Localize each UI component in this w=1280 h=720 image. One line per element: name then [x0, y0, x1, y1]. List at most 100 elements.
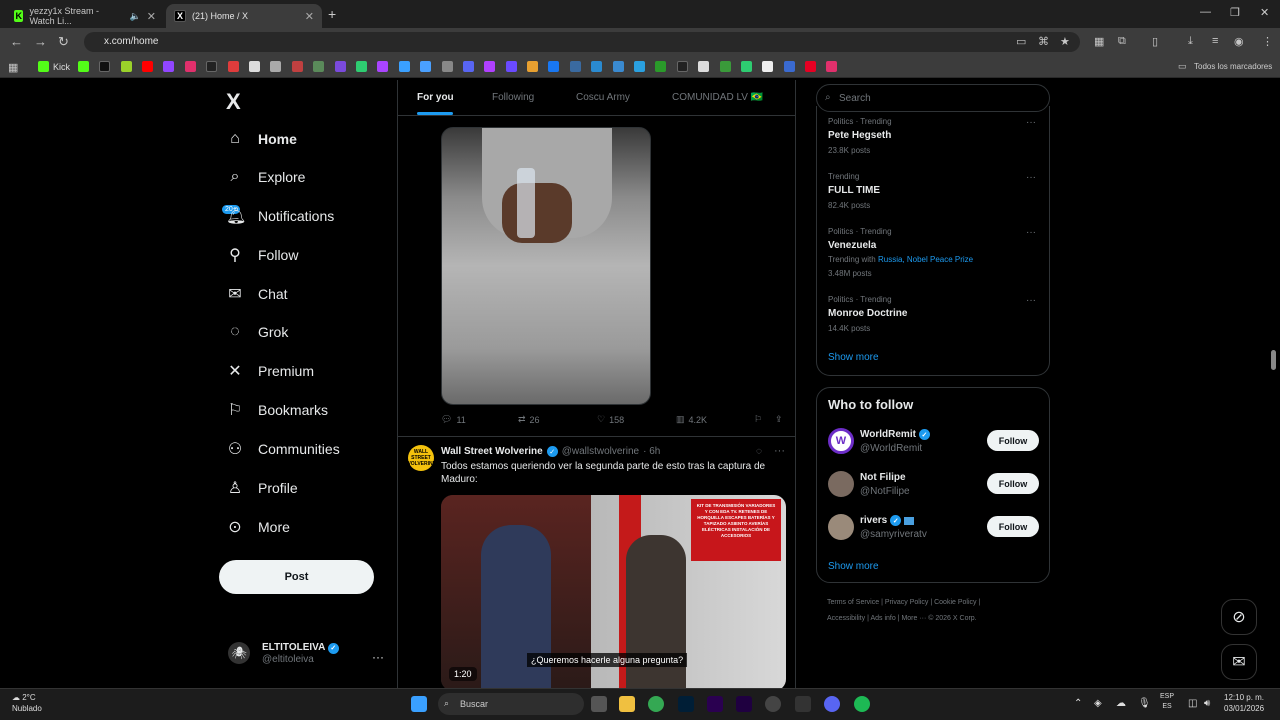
- spotify-icon[interactable]: [854, 696, 870, 712]
- more-dots-icon[interactable]: ···: [774, 445, 785, 457]
- all-bookmarks[interactable]: Todos los marcadores: [1194, 62, 1272, 71]
- trend-item[interactable]: Politics · Trending Venezuela Trending w…: [828, 227, 1038, 278]
- wifi-icon[interactable]: ◫: [1188, 698, 1197, 709]
- after-effects-icon[interactable]: [736, 696, 752, 712]
- cast-icon[interactable]: ▭: [1016, 35, 1026, 48]
- grok-fab-icon[interactable]: ⊘: [1221, 599, 1257, 635]
- tweet-image[interactable]: [441, 127, 651, 405]
- extension-icon[interactable]: ▦: [1094, 35, 1104, 48]
- bookmark-icon[interactable]: [784, 61, 795, 72]
- tweet-handle[interactable]: @wallstwolverine: [562, 446, 639, 457]
- follow-suggestion[interactable]: rivers ✓ @samyriveratv Follow: [828, 514, 1040, 544]
- bookmark-icon[interactable]: [313, 61, 324, 72]
- bookmark-icon[interactable]: [249, 61, 260, 72]
- nav-explore[interactable]: ⌕ Explore: [226, 162, 306, 192]
- forward-icon[interactable]: →: [34, 34, 47, 49]
- follow-button[interactable]: Follow: [987, 516, 1039, 537]
- file-explorer-icon[interactable]: [619, 696, 635, 712]
- nav-home[interactable]: ⌂ Home: [226, 124, 297, 154]
- x-bookmark-icon[interactable]: [206, 61, 217, 72]
- bookmark-icon[interactable]: [741, 61, 752, 72]
- scrollbar[interactable]: [1271, 350, 1276, 370]
- follow-button[interactable]: Follow: [987, 430, 1039, 451]
- task-view-icon[interactable]: [591, 696, 607, 712]
- cloud-icon[interactable]: ☁: [1116, 698, 1126, 709]
- tweet-video[interactable]: KIT DE TRANSMISIÓN VARIADORES Y CON EDA …: [441, 495, 786, 691]
- youtube-bookmark-icon[interactable]: [142, 61, 153, 72]
- kebab-menu-icon[interactable]: ⋮: [1262, 35, 1273, 48]
- nav-notifications[interactable]: 🔔︎ Notifications: [226, 201, 334, 231]
- bookmark-icon[interactable]: [506, 61, 517, 72]
- media-icon[interactable]: ≡: [1212, 35, 1218, 47]
- bookmark-icon[interactable]: [420, 61, 431, 72]
- profile-avatar-icon[interactable]: ◉: [1234, 35, 1244, 48]
- close-tab-icon[interactable]: ✕: [305, 10, 314, 23]
- nav-follow[interactable]: ⚲ Follow: [226, 240, 298, 270]
- show-more-trends-link[interactable]: Show more: [828, 352, 879, 363]
- tab-coscu-army[interactable]: Coscu Army: [576, 92, 630, 103]
- reply-button[interactable]: 💬︎ 11: [441, 414, 466, 425]
- nav-premium[interactable]: ✕ Premium: [226, 356, 314, 386]
- nav-profile[interactable]: ♙ Profile: [226, 473, 298, 503]
- tab-for-you[interactable]: For you: [417, 92, 454, 103]
- follow-suggestion[interactable]: Not Filipe @NotFilipe Follow: [828, 471, 1040, 501]
- tweet[interactable]: WALL STREET WOLVERINE Wall Street Wolver…: [398, 436, 795, 691]
- like-button[interactable]: ♡ 158: [597, 414, 624, 425]
- photoshop-icon[interactable]: [678, 696, 694, 712]
- bookmark-label[interactable]: Kick: [53, 62, 70, 72]
- download-icon[interactable]: ⤓: [1188, 35, 1193, 48]
- facebook-bookmark-icon[interactable]: [548, 61, 559, 72]
- bookmark-icon[interactable]: [121, 61, 132, 72]
- sidepanel-icon[interactable]: ▯: [1152, 35, 1158, 48]
- bookmark-icon[interactable]: [463, 61, 474, 72]
- trend-with-links[interactable]: Russia, Nobel Peace Prize: [878, 255, 973, 264]
- show-more-follow-link[interactable]: Show more: [828, 561, 879, 572]
- more-dots-icon[interactable]: ···: [372, 650, 384, 664]
- speaker-icon[interactable]: 🔈: [130, 11, 141, 22]
- repost-button[interactable]: ⇄ 26: [518, 414, 540, 425]
- bookmark-button[interactable]: ⚐: [754, 414, 762, 425]
- avatar[interactable]: [828, 471, 854, 497]
- avatar[interactable]: WALL STREET WOLVERINE: [406, 445, 436, 471]
- bookmark-icon[interactable]: [356, 61, 367, 72]
- close-window-icon[interactable]: ✕: [1260, 6, 1269, 19]
- more-dots-icon[interactable]: ···: [1026, 295, 1036, 306]
- tweet-author[interactable]: Wall Street Wolverine: [441, 446, 543, 457]
- grok-icon[interactable]: ◌: [756, 446, 762, 457]
- chevron-up-icon[interactable]: ⌃: [1074, 698, 1082, 709]
- share-button[interactable]: ⇪: [775, 414, 783, 425]
- tweet-time[interactable]: · 6h: [643, 446, 660, 457]
- bookmark-star-icon[interactable]: ★: [1060, 35, 1070, 48]
- more-dots-icon[interactable]: ···: [1026, 227, 1036, 238]
- instagram-bookmark-icon[interactable]: [185, 61, 196, 72]
- close-tab-icon[interactable]: ✕: [147, 10, 156, 23]
- nav-grok[interactable]: ◌ Grok: [226, 317, 288, 347]
- weather-widget[interactable]: ☁ 2°C Nublado: [12, 692, 42, 714]
- bookmark-icon[interactable]: [442, 61, 453, 72]
- follow-button[interactable]: Follow: [987, 473, 1039, 494]
- views-button[interactable]: ▥ 4.2K: [676, 414, 707, 425]
- gmail-bookmark-icon[interactable]: [292, 61, 303, 72]
- premiere-icon[interactable]: [707, 696, 723, 712]
- app-icon[interactable]: [765, 696, 781, 712]
- nav-bookmarks[interactable]: ⚐ Bookmarks: [226, 395, 328, 425]
- address-bar[interactable]: x.com/home: [84, 32, 1080, 52]
- puzzle-icon[interactable]: ⧉: [1118, 35, 1126, 48]
- google-bookmark-icon[interactable]: [762, 61, 773, 72]
- kick-bookmark-icon[interactable]: [78, 61, 89, 72]
- trend-item[interactable]: Trending FULL TIME 82.4K posts ···: [828, 172, 1038, 210]
- tab-comunidad-lv[interactable]: COMUNIDAD LV 🇧🇷: [672, 92, 763, 103]
- back-icon[interactable]: ←: [10, 34, 23, 49]
- bookmark-icon[interactable]: [613, 61, 624, 72]
- messages-fab-icon[interactable]: ✉: [1221, 644, 1257, 680]
- bookmark-icon[interactable]: [399, 61, 410, 72]
- x-logo-icon[interactable]: X: [226, 89, 241, 115]
- minimize-icon[interactable]: —: [1200, 6, 1211, 18]
- avatar[interactable]: [828, 514, 854, 540]
- bookmark-icon[interactable]: [527, 61, 538, 72]
- more-dots-icon[interactable]: ···: [1026, 117, 1036, 128]
- network-app-icon[interactable]: ◈: [1094, 698, 1102, 709]
- system-clock[interactable]: 12:10 p. m. 03/01/2026: [1224, 692, 1264, 714]
- browser-tab-kick[interactable]: K yezzy1x Stream - Watch Li... 🔈 ✕: [6, 4, 164, 28]
- restore-icon[interactable]: ❐: [1230, 6, 1240, 19]
